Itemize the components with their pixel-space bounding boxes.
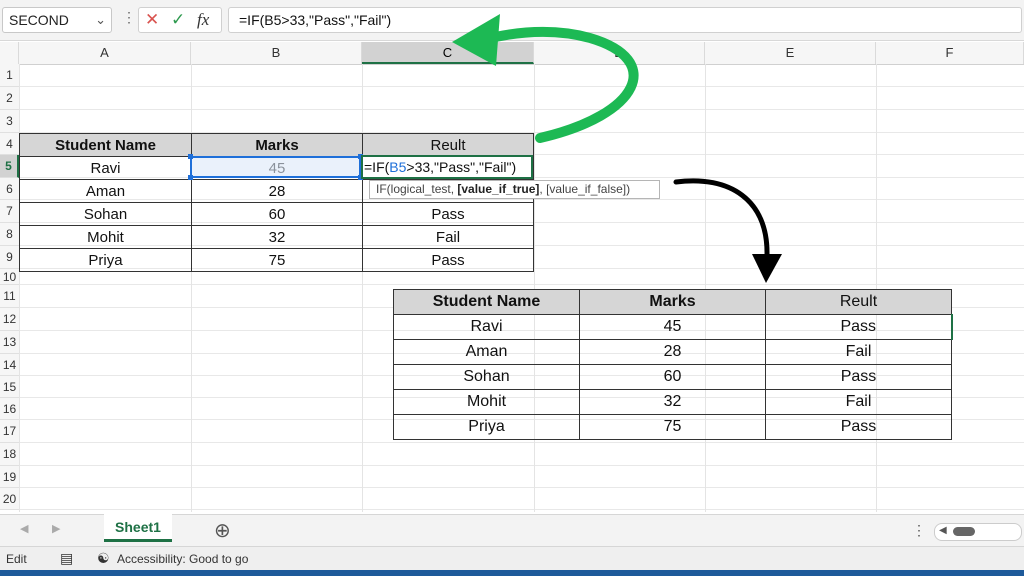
status-bar: Edit ▤ ☯ Accessibility: Good to go — [0, 546, 1024, 571]
horizontal-scrollbar[interactable]: ◀ — [934, 523, 1022, 541]
scroll-right-icon[interactable]: ▶ — [52, 522, 60, 535]
scroll-left-icon[interactable]: ◀ — [939, 525, 947, 536]
sheet-tab-sheet1[interactable]: Sheet1 — [104, 514, 172, 542]
vertical-dots-icon[interactable]: ⋮ — [912, 522, 926, 539]
macro-record-icon[interactable]: ▤ — [60, 550, 73, 567]
black-curved-arrow — [673, 178, 770, 258]
accessibility-icon[interactable]: ☯ — [97, 550, 110, 567]
accessibility-status[interactable]: Accessibility: Good to go — [117, 552, 248, 566]
status-mode: Edit — [6, 552, 27, 566]
black-arrowhead — [752, 254, 782, 283]
green-arrowhead — [452, 14, 500, 66]
plus-circle-icon[interactable]: ⊕ — [214, 518, 231, 543]
bottom-band — [0, 570, 1024, 576]
scroll-left-icon[interactable]: ◀ — [20, 522, 28, 535]
scrollbar-thumb[interactable] — [953, 527, 975, 536]
annotation-arrows — [452, 14, 782, 283]
green-curved-arrow — [477, 26, 639, 143]
